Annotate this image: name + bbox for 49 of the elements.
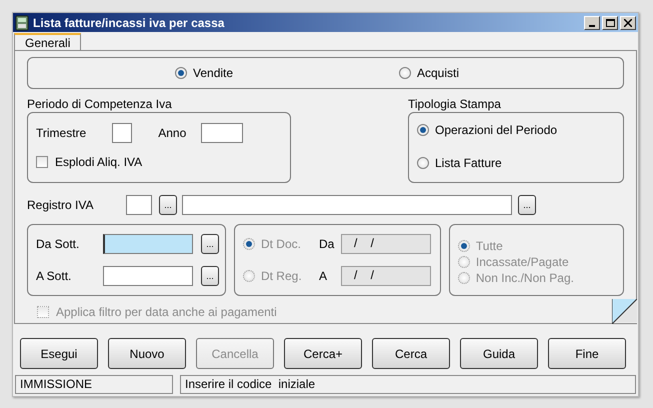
input-field[interactable] (103, 266, 193, 286)
action-button: Cancella (196, 338, 274, 369)
radio-button[interactable] (417, 157, 429, 169)
lookup-button[interactable]: ... (159, 195, 177, 215)
input-field[interactable] (182, 195, 512, 215)
status-field: Inserire il codice iniziale (180, 375, 636, 394)
field-label: Da Sott. (36, 237, 80, 251)
app-icon (15, 14, 29, 30)
action-button[interactable]: Guida (460, 338, 538, 369)
radio-label[interactable]: Vendite (193, 66, 234, 80)
checkbox[interactable] (36, 156, 48, 168)
field-label: Trimestre (36, 126, 86, 140)
field-label: Anno (158, 126, 186, 140)
status-field: IMMISSIONE (15, 375, 173, 394)
field-label: A (318, 269, 328, 283)
action-button[interactable]: Nuovo (108, 338, 186, 369)
action-button[interactable]: Cerca (372, 338, 450, 369)
field-label: Da (318, 237, 336, 251)
radio-label[interactable]: Lista Fatture (435, 156, 502, 170)
date-field: / / (340, 266, 431, 286)
checkbox-label[interactable]: Esplodi Aliq. IVA (55, 155, 142, 169)
input-field[interactable] (126, 195, 152, 215)
field-label: Registro IVA (27, 198, 94, 212)
date-field: / / (340, 234, 431, 254)
action-button[interactable]: Cerca+ (284, 338, 362, 369)
close-icon (624, 18, 632, 26)
action-button[interactable]: Esegui (20, 338, 98, 369)
radio-label[interactable]: Acquisti (417, 66, 460, 80)
lookup-button[interactable]: ... (201, 266, 219, 286)
field-label: A Sott. (36, 269, 72, 283)
section-title: Periodo di Competenza Iva (27, 97, 173, 111)
section-title: Tipologia Stampa (408, 97, 502, 111)
maximize-button[interactable] (602, 16, 618, 30)
lookup-button[interactable]: ... (518, 195, 536, 215)
minimize-icon (589, 24, 595, 26)
input-field[interactable] (103, 234, 193, 254)
close-button[interactable] (620, 16, 636, 30)
radio-label[interactable]: Operazioni del Periodo (435, 123, 558, 137)
input-field[interactable] (112, 123, 132, 143)
minimize-button[interactable] (584, 16, 600, 30)
radio-button[interactable] (399, 67, 411, 79)
tab[interactable]: Generali (14, 33, 82, 50)
action-button[interactable]: Fine (548, 338, 626, 369)
input-field[interactable] (201, 123, 244, 143)
radio-button[interactable] (175, 67, 187, 79)
window-title: Lista fatture/incassi iva per cassa (33, 16, 226, 30)
maximize-icon (606, 18, 614, 26)
lookup-button[interactable]: ... (201, 234, 219, 254)
radio-button[interactable] (417, 124, 429, 136)
